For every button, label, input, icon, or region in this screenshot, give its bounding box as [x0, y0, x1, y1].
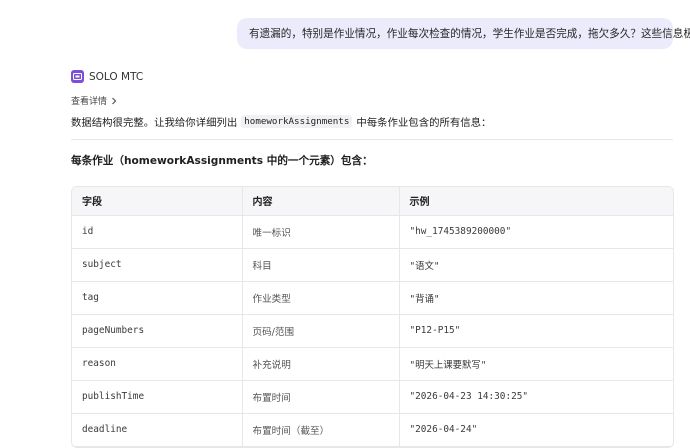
fields-table: 字段 内容 示例 id 唯一标识 "hw_1745389200000" subj… [71, 186, 674, 448]
header-content: 内容 [242, 187, 400, 216]
view-details-link[interactable]: 查看详情 [71, 94, 117, 107]
header-example: 示例 [399, 187, 673, 216]
intro-before: 数据结构很完整。让我给你详细列出 [71, 117, 238, 129]
agent-header: SOLO MTC [71, 70, 143, 83]
field-content: 作业类型 [242, 281, 400, 315]
table-row: subject 科目 "语文" [72, 248, 673, 282]
field-content: 科目 [242, 248, 400, 282]
user-message-text: 有遗漏的，特别是作业情况，作业每次检查的情况，学生作业是否完成，拖欠多久？这些信… [249, 28, 690, 40]
view-details-label: 查看详情 [71, 97, 108, 107]
table-row: tag 作业类型 "背诵" [72, 281, 673, 315]
header-field: 字段 [72, 187, 243, 216]
divider [71, 139, 673, 140]
table-row: reason 补充说明 "明天上课要默写" [72, 347, 673, 381]
agent-name: SOLO MTC [89, 70, 144, 83]
intro-after: 中每条作业包含的所有信息： [356, 117, 492, 129]
field-example: "P12-P15" [399, 314, 673, 348]
field-example: "hw_1745389200000" [399, 215, 673, 249]
field-name: tag [72, 281, 243, 315]
field-name: deadline [72, 413, 243, 447]
field-example: "明天上课要默写" [399, 347, 673, 381]
field-example: "背诵" [399, 281, 673, 315]
field-name: pageNumbers [72, 314, 243, 348]
section-title: 每条作业（homeworkAssignments 中的一个元素）包含： [71, 155, 373, 167]
field-example: "2026-04-24" [399, 413, 673, 447]
intro-code: homeworkAssignments [241, 115, 353, 128]
field-name: subject [72, 248, 243, 282]
table-row: pageNumbers 页码/范围 "P12-P15" [72, 314, 673, 348]
agent-chip-icon [71, 70, 84, 83]
field-example: "语文" [399, 248, 673, 282]
table-row: deadline 布置时间（截至） "2026-04-24" [72, 413, 673, 447]
field-content: 唯一标识 [242, 215, 400, 249]
field-content: 补充说明 [242, 347, 400, 381]
chevron-right-icon [112, 97, 117, 104]
field-content: 布置时间 [242, 380, 400, 414]
field-name: publishTime [72, 380, 243, 414]
field-name: reason [72, 347, 243, 381]
user-message-bubble: 有遗漏的，特别是作业情况，作业每次检查的情况，学生作业是否完成，拖欠多久？这些信… [237, 18, 690, 49]
field-name: id [72, 215, 243, 249]
field-example: "2026-04-23 14:30:25" [399, 380, 673, 414]
table-row: publishTime 布置时间 "2026-04-23 14:30:25" [72, 380, 673, 414]
table-row: id 唯一标识 "hw_1745389200000" [72, 215, 673, 249]
intro-text: 数据结构很完整。让我给你详细列出 homeworkAssignments 中每条… [71, 114, 491, 129]
field-content: 页码/范围 [242, 314, 400, 348]
field-content: 布置时间（截至） [242, 413, 400, 447]
table-header-row: 字段 内容 示例 [72, 187, 673, 216]
